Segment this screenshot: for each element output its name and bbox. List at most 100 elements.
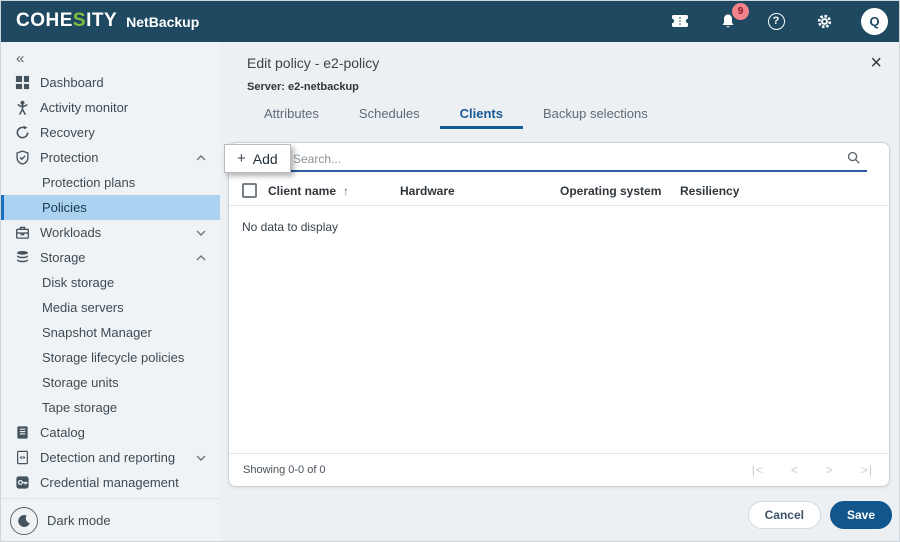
page-title: Edit policy - e2-policy [247, 55, 380, 71]
content-area: « Dashboard Activity monitor Recovery Pr… [0, 42, 900, 542]
sidebar-item-detection-and-reporting[interactable]: Detection and reporting [0, 445, 220, 470]
sidebar-collapse-button[interactable]: « [0, 46, 220, 70]
ticket-icon[interactable] [669, 10, 691, 32]
sidebar-item-workloads[interactable]: Workloads [0, 220, 220, 245]
briefcase-icon [14, 224, 31, 241]
cohesity-logo: COHE S ITY [16, 10, 117, 32]
sidebar-item-label: Snapshot Manager [42, 325, 152, 340]
sidebar-item-label: Storage [40, 250, 86, 265]
chevron-up-icon [196, 154, 206, 161]
empty-state-message: No data to display [242, 220, 339, 234]
tab-schedules[interactable]: Schedules [339, 101, 440, 129]
sidebar-item-label: Tape storage [42, 400, 118, 415]
dashboard-icon [14, 74, 31, 91]
sidebar-item-dashboard[interactable]: Dashboard [0, 70, 220, 95]
sidebar-item-label: Media servers [42, 300, 124, 315]
column-header-resiliency[interactable]: Resiliency [680, 184, 876, 198]
sidebar-item-recovery[interactable]: Recovery [0, 120, 220, 145]
tab-attributes[interactable]: Attributes [244, 101, 339, 129]
dark-mode-toggle[interactable]: Dark mode [0, 498, 220, 542]
database-stack-icon [14, 249, 31, 266]
server-label: Server: e2-netbackup [247, 81, 359, 93]
panel-header: Edit policy - e2-policy × [220, 42, 900, 73]
logo-green-s: S [72, 10, 87, 31]
add-client-button[interactable]: + Add [224, 144, 291, 173]
pagination-controls: |< < > >| [752, 463, 873, 477]
showing-count-label: Showing 0-0 of 0 [243, 464, 326, 476]
sidebar-item-label: Credential management [40, 475, 179, 490]
sidebar-item-activity-monitor[interactable]: Activity monitor [0, 95, 220, 120]
chevron-down-icon [196, 455, 206, 461]
column-header-hardware[interactable]: Hardware [400, 184, 560, 198]
sidebar-item-catalog[interactable]: Catalog [0, 420, 220, 445]
sidebar-item-label: Storage units [42, 375, 119, 390]
notifications-bell-icon[interactable]: 9 [717, 3, 749, 32]
help-icon[interactable]: ? [765, 10, 787, 32]
panel-action-bar: Cancel Save [220, 501, 900, 542]
clients-table-card: + Add Client name ↑ [224, 142, 890, 487]
sidebar-item-snapshot-manager[interactable]: Snapshot Manager [0, 320, 220, 345]
sidebar-item-storage[interactable]: Storage [0, 245, 220, 270]
tab-bar: Attributes Schedules Clients Backup sele… [244, 101, 900, 129]
column-header-operating-system[interactable]: Operating system [560, 184, 680, 198]
moon-icon [10, 506, 38, 535]
help-question-glyph: ? [767, 12, 785, 30]
search-input[interactable] [293, 148, 827, 170]
dark-mode-label: Dark mode [47, 513, 111, 528]
chevron-up-icon [196, 254, 206, 261]
sidebar-item-credential-management[interactable]: Credential management [0, 470, 220, 495]
chevron-down-icon [196, 230, 206, 236]
last-page-icon[interactable]: >| [861, 463, 873, 477]
sidebar-item-media-servers[interactable]: Media servers [0, 295, 220, 320]
tab-clients[interactable]: Clients [439, 101, 523, 129]
tab-backup-selections[interactable]: Backup selections [523, 101, 668, 129]
sidebar-item-protection[interactable]: Protection [0, 145, 220, 170]
user-avatar[interactable]: Q [861, 7, 888, 35]
top-bar: COHE S ITY NetBackup 9 ? Q [0, 0, 900, 42]
settings-gear-icon[interactable] [813, 10, 835, 32]
plus-icon: + [237, 150, 246, 167]
sidebar-item-storage-lifecycle-policies[interactable]: Storage lifecycle policies [0, 345, 220, 370]
sort-ascending-icon[interactable]: ↑ [343, 184, 349, 198]
credential-key-icon [14, 474, 31, 491]
sidebar-item-storage-units[interactable]: Storage units [0, 370, 220, 395]
sidebar-item-label: Protection plans [42, 175, 136, 190]
add-button-label: Add [252, 150, 278, 167]
sidebar-item-label: Storage lifecycle policies [42, 350, 185, 365]
sidebar-item-disk-storage[interactable]: Disk storage [0, 270, 220, 295]
sidebar-item-label: Disk storage [42, 275, 115, 290]
search-underline [287, 170, 867, 172]
search-icon[interactable] [846, 150, 861, 170]
catalog-book-icon [14, 424, 31, 441]
report-eye-icon [14, 449, 31, 466]
sidebar-item-tape-storage[interactable]: Tape storage [0, 395, 220, 420]
save-button[interactable]: Save [829, 501, 892, 529]
table-body: No data to display [229, 206, 889, 453]
collapse-chevrons-icon: « [16, 49, 25, 67]
logo-text-post: ITY [86, 10, 118, 31]
product-name: NetBackup [126, 14, 200, 30]
select-all-checkbox[interactable] [242, 183, 257, 198]
notification-count-badge: 9 [732, 3, 749, 20]
close-icon[interactable]: × [870, 53, 882, 73]
sidebar-item-label: Protection [40, 150, 99, 165]
recovery-restore-icon [14, 124, 31, 141]
topbar-icon-group: 9 ? Q [669, 3, 888, 35]
sidebar-item-label: Dashboard [40, 75, 104, 90]
cancel-button[interactable]: Cancel [747, 501, 821, 529]
column-header-client-name[interactable]: Client name ↑ [268, 184, 400, 198]
edit-policy-panel: Edit policy - e2-policy × Server: e2-net… [220, 42, 900, 542]
table-header-row: Client name ↑ Hardware Operating system … [229, 176, 889, 206]
logo-text-pre: COHE [16, 10, 73, 31]
first-page-icon[interactable]: |< [752, 463, 764, 477]
table-footer: Showing 0-0 of 0 |< < > >| [229, 453, 889, 486]
sidebar-item-protection-plans[interactable]: Protection plans [0, 170, 220, 195]
sidebar-item-policies[interactable]: Policies [0, 195, 220, 220]
activity-monitor-icon [14, 99, 31, 116]
next-page-icon[interactable]: > [826, 463, 834, 477]
previous-page-icon[interactable]: < [791, 463, 799, 477]
sidebar-item-label: Detection and reporting [40, 450, 176, 465]
search-bar [229, 143, 889, 176]
sidebar-item-label: Catalog [40, 425, 85, 440]
sidebar-item-label: Activity monitor [40, 100, 129, 115]
